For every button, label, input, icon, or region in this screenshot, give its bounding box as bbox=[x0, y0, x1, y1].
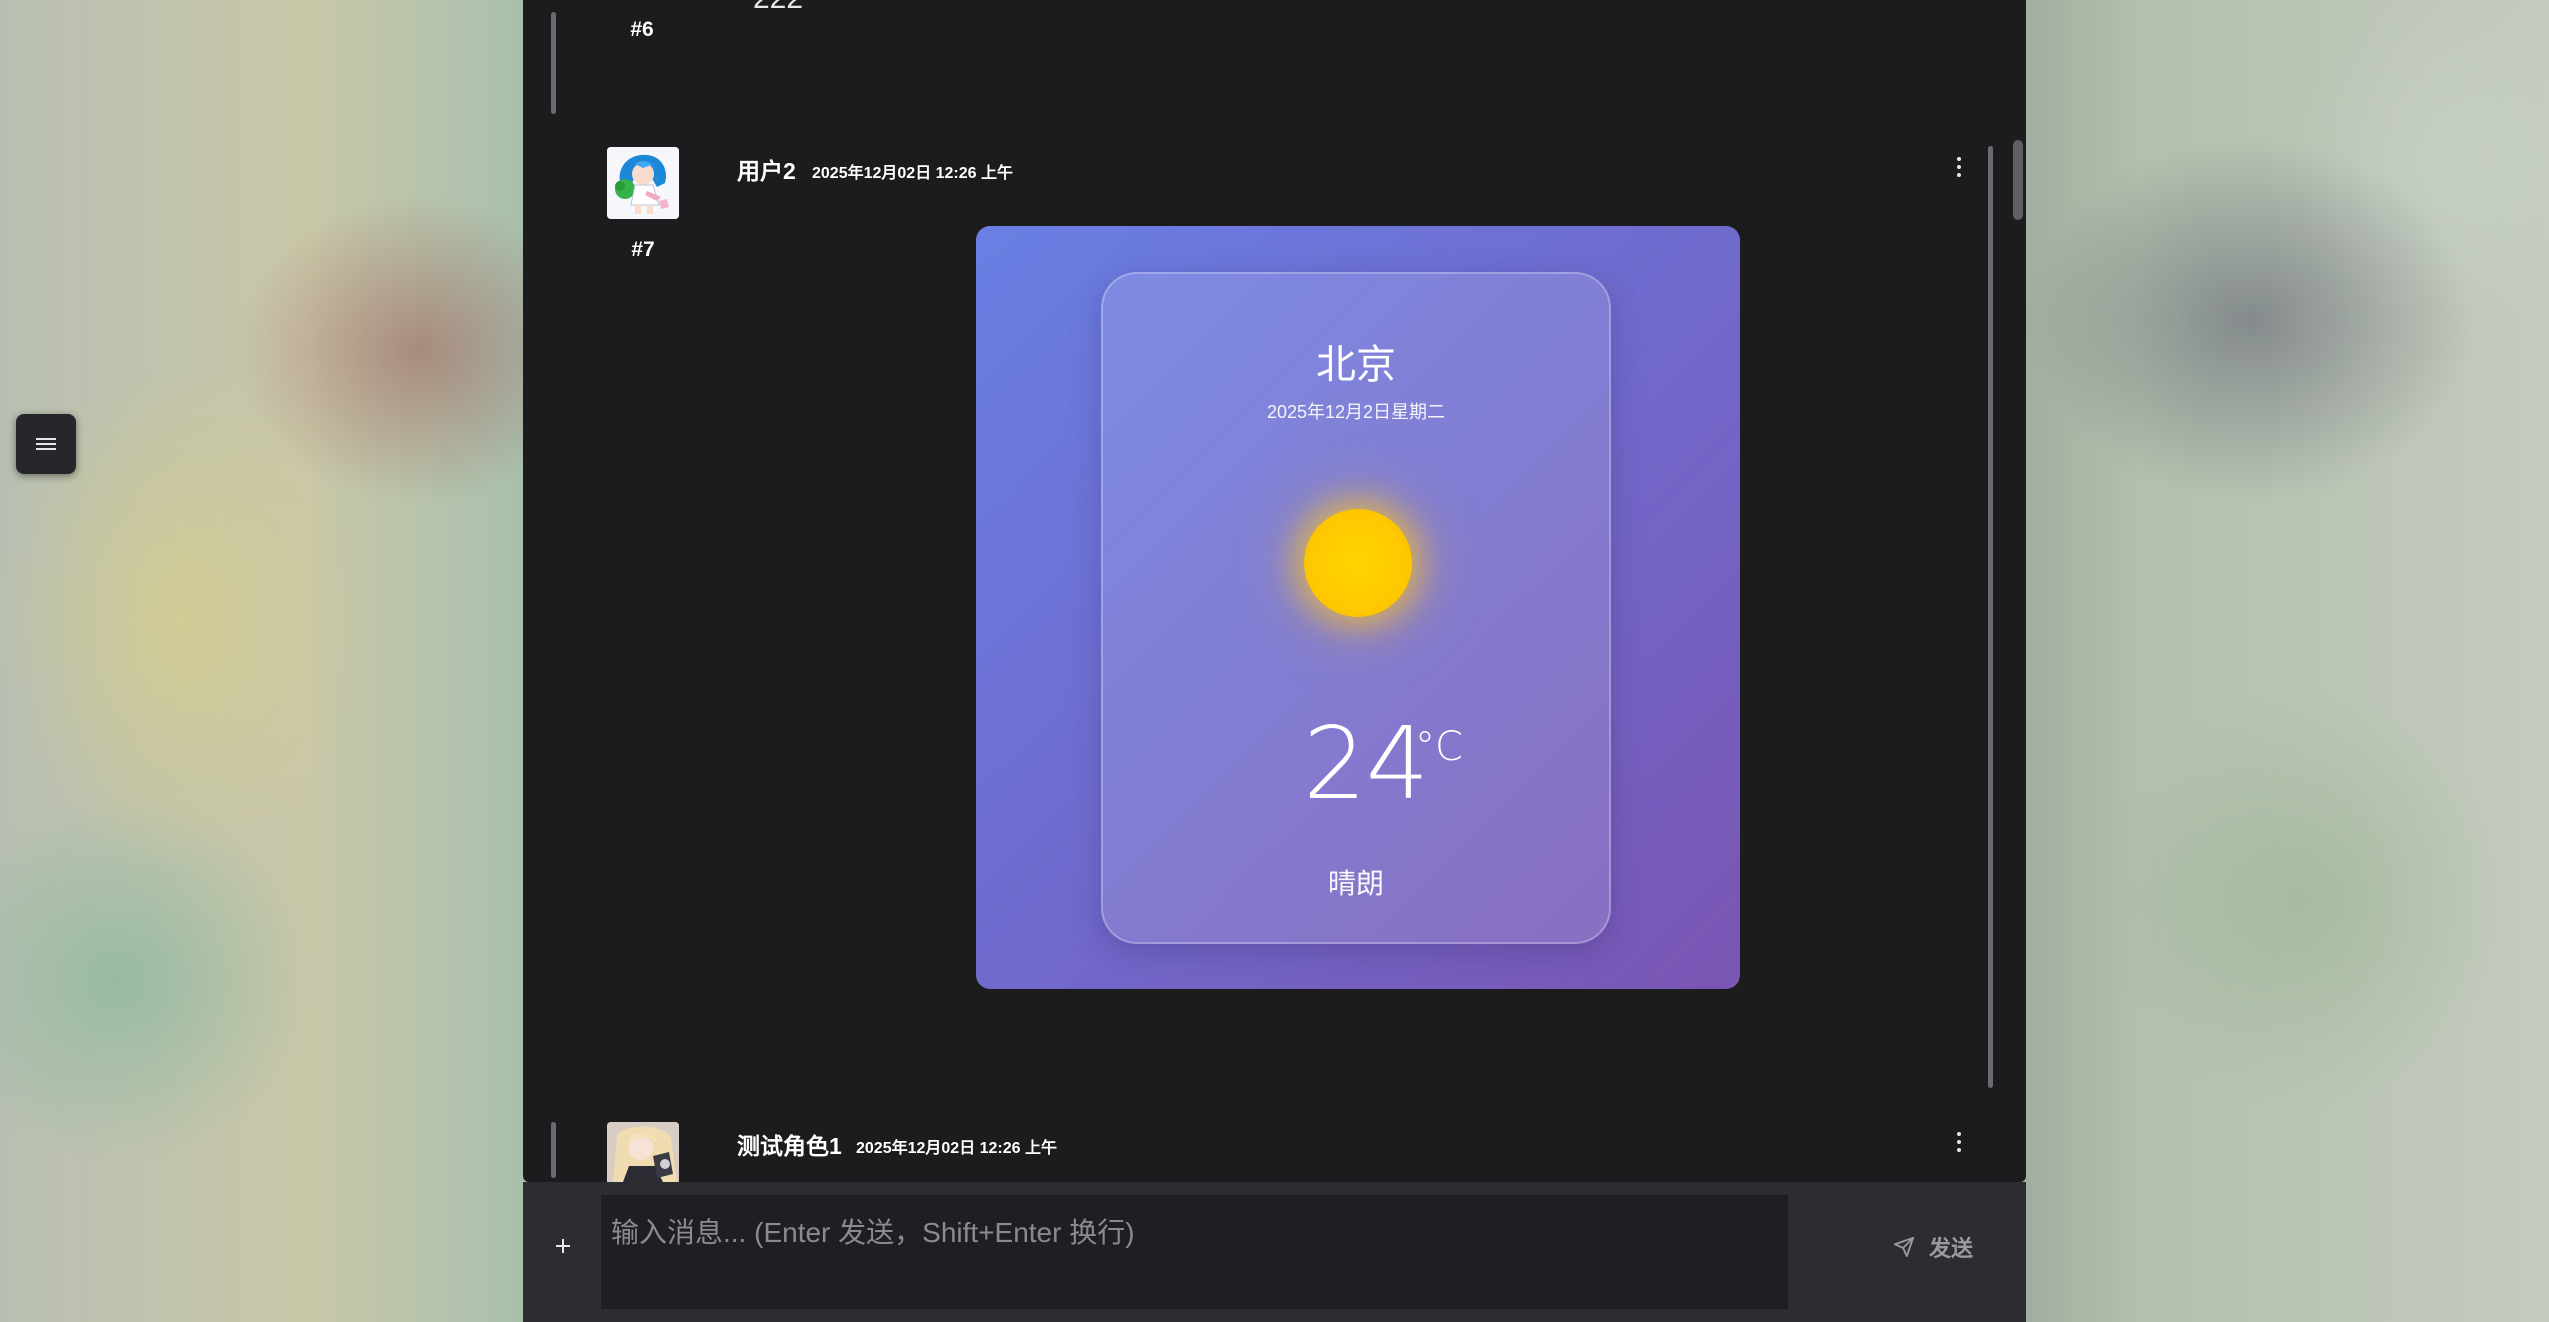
weather-widget: 北京 2025年12月2日星期二 24 °C 晴朗 bbox=[976, 226, 1740, 989]
send-label: 发送 bbox=[1929, 1236, 1974, 1261]
temperature-unit: °C bbox=[1415, 724, 1463, 770]
timestamp: 2025年12月02日 12:26 上午 bbox=[856, 1140, 1058, 1157]
message-number: #7 bbox=[631, 238, 655, 261]
author-name[interactable]: 用户2 bbox=[737, 152, 796, 186]
avatar-image bbox=[607, 1122, 679, 1182]
menu-icon bbox=[36, 437, 56, 451]
message-number: #6 bbox=[630, 18, 654, 41]
avatar[interactable] bbox=[607, 147, 679, 219]
send-button[interactable]: 发送 bbox=[1893, 1230, 1973, 1264]
message-input[interactable] bbox=[601, 1195, 1788, 1309]
timestamp: 2025年12月02日 12:26 上午 bbox=[812, 165, 1014, 182]
message-edge-bar bbox=[551, 1122, 556, 1178]
weather-city: 北京 bbox=[1316, 343, 1396, 387]
scrollbar-thumb[interactable] bbox=[2013, 140, 2023, 220]
weather-condition: 晴朗 bbox=[1327, 868, 1384, 899]
plus-icon[interactable] bbox=[551, 1234, 575, 1258]
message-edge-bar bbox=[1988, 146, 1993, 1088]
weather-temperature: 24 bbox=[1303, 705, 1429, 822]
message-text: 222 bbox=[753, 0, 803, 16]
more-options-icon[interactable] bbox=[1949, 155, 1969, 179]
message-edge-bar bbox=[551, 12, 556, 114]
avatar-image bbox=[607, 147, 679, 219]
chat-panel[interactable]: 222 #6 #7 用户2 2025年12月02日 12:26 上午 bbox=[523, 0, 2026, 1182]
sidebar-toggle-button[interactable] bbox=[16, 414, 76, 474]
weather-date: 2025年12月2日星期二 bbox=[1266, 402, 1446, 422]
send-icon bbox=[1893, 1236, 1915, 1258]
weather-card: 北京 2025年12月2日星期二 24 °C 晴朗 bbox=[1101, 272, 1611, 944]
sun-icon bbox=[1304, 509, 1412, 617]
more-options-icon[interactable] bbox=[1949, 1130, 1969, 1154]
avatar[interactable] bbox=[607, 1122, 679, 1182]
author-name[interactable]: 测试角色1 bbox=[737, 1127, 842, 1161]
message-composer: 发送 bbox=[523, 1182, 2026, 1322]
